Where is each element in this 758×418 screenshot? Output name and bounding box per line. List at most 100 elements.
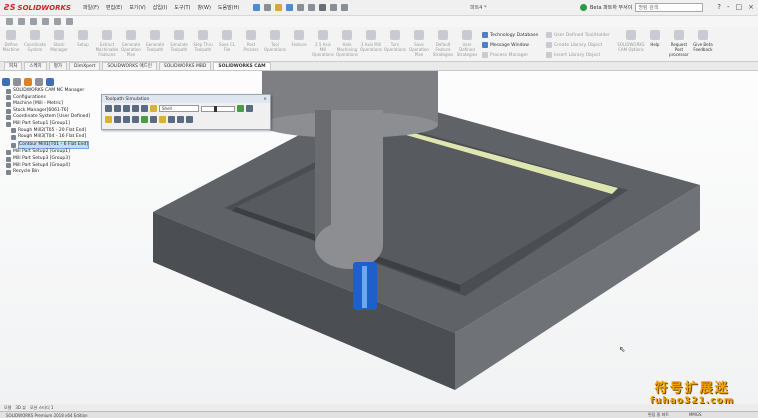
search-input[interactable]: 명령 검색 — [635, 3, 704, 12]
ribbon-button[interactable]: Default Feature Strategies — [432, 30, 454, 57]
cam-operation-tab-icon[interactable] — [35, 78, 43, 86]
undo-icon[interactable] — [308, 4, 316, 11]
tree-item[interactable]: Rough Mill3[T04 - 16 Flat End] — [2, 134, 100, 141]
tree-item[interactable]: Recycle Bin — [2, 169, 100, 176]
tree-item[interactable]: Mill Part Setup1 [Group1] — [2, 121, 100, 128]
ribbon-button[interactable]: Tool Operations — [264, 30, 286, 57]
home-icon[interactable] — [253, 4, 261, 11]
settings-icon[interactable] — [237, 105, 244, 112]
window-control[interactable]: □ — [736, 3, 743, 11]
info-icon[interactable] — [246, 105, 253, 112]
open-folder-icon[interactable] — [275, 4, 283, 11]
ribbon-command[interactable]: User Defined Tool/Holder — [546, 32, 610, 38]
ribbon-help-button[interactable]: Help — [644, 30, 666, 57]
window-control[interactable]: ? — [717, 3, 721, 11]
ribbon-button[interactable]: Simulate Toolpath — [168, 30, 190, 57]
stock-display-icon[interactable] — [132, 116, 139, 123]
ribbon-button[interactable]: Step Thru Toolpath — [192, 30, 214, 57]
ribbon-button[interactable]: Save CL File — [216, 30, 238, 57]
part-display-icon[interactable] — [141, 116, 148, 123]
ribbon-button[interactable]: Coordinate System — [24, 30, 46, 57]
ribbon-button[interactable]: Post Process — [240, 30, 262, 57]
ribbon-button[interactable]: Extract Machinable Features — [96, 30, 118, 57]
section-view-icon[interactable] — [66, 18, 73, 25]
tab-item[interactable]: 평가 — [48, 62, 67, 70]
tree-item[interactable]: SOLIDWORKS CAM NC Manager — [2, 88, 100, 95]
ribbon-button[interactable]: Generate Operation Plan — [120, 30, 142, 57]
tree-item[interactable]: Machine [Mill - Metric] — [2, 101, 100, 108]
speed-slider[interactable] — [201, 105, 235, 112]
ribbon-command[interactable]: Message Window — [482, 42, 538, 48]
menu-item[interactable]: 도움말(H) — [218, 4, 239, 11]
ribbon-button[interactable]: Turn Operations — [384, 30, 406, 57]
select-icon[interactable] — [319, 4, 327, 11]
pin-icon[interactable] — [6, 18, 13, 25]
ribbon-command[interactable]: Process Manager — [482, 52, 538, 58]
bottom-tab[interactable]: 3D 뷰 — [15, 405, 26, 411]
tab-item[interactable]: DimXpert — [68, 62, 101, 70]
cutaway-icon[interactable] — [177, 116, 184, 123]
tree-item[interactable]: Mill Part Setup3 [Group3] — [2, 156, 100, 163]
menu-item[interactable]: 창(W) — [197, 4, 210, 11]
gouge-icon[interactable] — [186, 116, 193, 123]
cam-tool-tab-icon[interactable] — [46, 78, 54, 86]
play-icon[interactable] — [132, 105, 139, 112]
zoom-icon[interactable] — [42, 18, 49, 25]
ribbon-help-button[interactable]: Give Beta Feedback — [692, 30, 714, 57]
bottom-tab[interactable]: 모델 — [4, 405, 11, 411]
tool-display-icon[interactable] — [114, 116, 121, 123]
display-mode-icon[interactable] — [105, 116, 112, 123]
difference-icon[interactable] — [150, 116, 157, 123]
tree-item[interactable]: Mill Part Setup2 [Group1] — [2, 149, 100, 156]
tab-item[interactable]: 스케치 — [24, 62, 47, 70]
new-file-icon[interactable] — [264, 4, 272, 11]
tab-item[interactable]: SOLIDWORKS 애드인 — [102, 62, 157, 70]
fast-forward-icon[interactable] — [150, 105, 157, 112]
window-control[interactable]: × — [748, 3, 754, 11]
ribbon-help-button[interactable]: SOLIDWORKS CAM Options — [617, 30, 645, 57]
menu-item[interactable]: 삽입(I) — [153, 4, 168, 11]
ribbon-button[interactable]: 2.5 Axis Mill Operations — [312, 30, 334, 57]
bottom-tab[interactable]: 모션 스터디 1 — [30, 405, 54, 411]
transparency-icon[interactable] — [168, 116, 175, 123]
slider-thumb[interactable] — [214, 105, 218, 112]
ribbon-button[interactable]: User Defined Strategies — [456, 30, 478, 57]
tree-item[interactable]: Coordinate System [User Defined] — [2, 114, 100, 121]
tab-item[interactable]: SOLIDWORKS MBD — [158, 62, 212, 70]
menu-item[interactable]: 파일(F) — [83, 4, 99, 11]
color-icon[interactable] — [159, 116, 166, 123]
ribbon-button[interactable]: Define Machine — [0, 30, 22, 57]
ribbon-button[interactable]: Feature — [288, 30, 310, 57]
menu-item[interactable]: 편집(E) — [106, 4, 122, 11]
ribbon-help-button[interactable]: Request Post processor — [668, 30, 690, 57]
step-back-icon[interactable] — [123, 105, 130, 112]
holder-display-icon[interactable] — [123, 116, 130, 123]
options-icon[interactable] — [341, 4, 349, 11]
print-icon[interactable] — [297, 4, 305, 11]
view-icon[interactable] — [30, 18, 37, 25]
arrow-icon[interactable] — [18, 18, 25, 25]
display-style-icon[interactable] — [54, 18, 61, 25]
ribbon-command[interactable]: Create Library Object — [546, 42, 610, 48]
status-units[interactable]: MMGS — [689, 412, 702, 418]
ribbon-button[interactable]: 3 Axis Mill Operations — [360, 30, 382, 57]
window-control[interactable]: - — [727, 3, 730, 11]
solidworks-logo[interactable]: ƧS SOLIDWORKS — [4, 3, 71, 12]
ribbon-command[interactable]: Insert Library Object — [546, 52, 610, 58]
menu-item[interactable]: 보기(V) — [129, 4, 146, 11]
property-tab-icon[interactable] — [13, 78, 21, 86]
run-icon[interactable] — [105, 105, 112, 112]
feature-tree-tab-icon[interactable] — [2, 78, 10, 86]
ribbon-button[interactable]: Hole Machining Operations — [336, 30, 358, 57]
cam-feature-tab-icon[interactable] — [24, 78, 32, 86]
simulation-mode-select[interactable]: Shell — [159, 105, 199, 112]
save-icon[interactable] — [286, 4, 294, 11]
ribbon-button[interactable]: Setup — [72, 30, 94, 57]
ribbon-button[interactable]: Stock Manager — [48, 30, 70, 57]
rewind-icon[interactable] — [114, 105, 121, 112]
tab-item[interactable]: SOLIDWORKS CAM — [213, 62, 271, 70]
menu-item[interactable]: 도구(T) — [174, 4, 190, 11]
user-name[interactable]: Beta 파트하 부서이 — [590, 4, 632, 11]
ribbon-button[interactable]: Generate Toolpath — [144, 30, 166, 57]
ribbon-button[interactable]: Save Operation Plan — [408, 30, 430, 57]
